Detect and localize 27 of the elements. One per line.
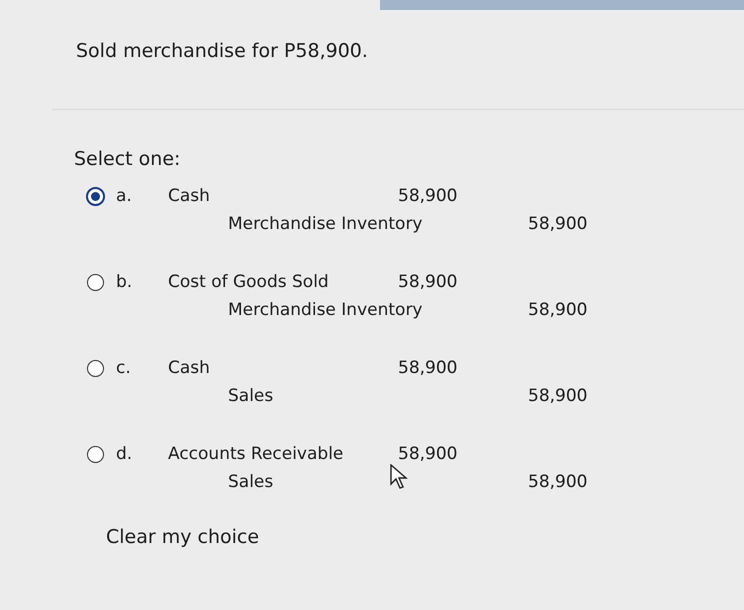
- credit-amount: 58,900: [528, 214, 588, 234]
- credit-amount: 58,900: [528, 300, 588, 320]
- credit-account: Merchandise Inventory: [228, 300, 422, 320]
- credit-amount: 58,900: [528, 472, 588, 492]
- clear-choice-link[interactable]: Clear my choice: [106, 526, 260, 548]
- option-letter: d.: [116, 444, 134, 464]
- radio-button[interactable]: [86, 274, 104, 290]
- debit-amount: 58,900: [398, 358, 458, 378]
- question-text: Sold merchandise for P58,900.: [76, 40, 369, 62]
- debit-amount: 58,900: [398, 444, 458, 464]
- option-letter: c.: [116, 358, 132, 378]
- credit-account: Sales: [228, 386, 274, 406]
- debit-account: Accounts Receivable: [168, 444, 344, 464]
- debit-amount: 58,900: [398, 186, 458, 206]
- option-letter: b.: [116, 272, 134, 292]
- prompt-text: Select one:: [74, 148, 182, 170]
- credit-account: Merchandise Inventory: [228, 214, 422, 234]
- debit-account: Cost of Goods Sold: [168, 272, 330, 292]
- radio-button[interactable]: [86, 186, 104, 206]
- option-letter: a.: [116, 186, 133, 206]
- radio-button[interactable]: [86, 446, 104, 462]
- debit-amount: 58,900: [398, 272, 458, 292]
- credit-account: Sales: [228, 472, 274, 492]
- credit-amount: 58,900: [528, 386, 588, 406]
- debit-account: Cash: [168, 358, 211, 378]
- debit-account: Cash: [168, 186, 211, 206]
- radio-button[interactable]: [86, 360, 104, 376]
